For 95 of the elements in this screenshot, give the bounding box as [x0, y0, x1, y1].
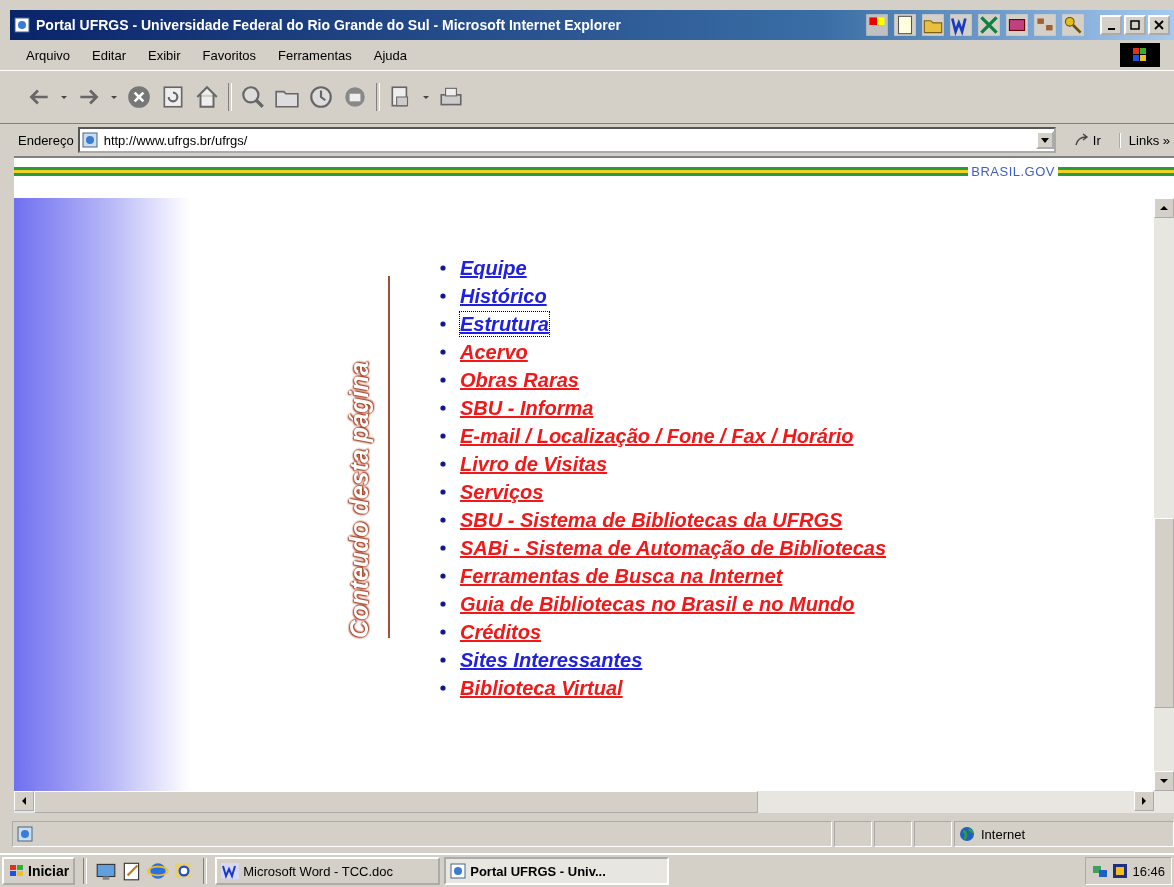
scroll-left-button[interactable]: [14, 791, 34, 811]
taskbar-button[interactable]: Portal UFRGS - Univ...: [444, 857, 670, 885]
clock: 16:46: [1132, 863, 1165, 879]
bullet-icon: [440, 405, 446, 411]
menu-item[interactable]: Editar: [92, 47, 127, 63]
bullet-icon: [440, 657, 446, 663]
menu-item[interactable]: Favoritos: [202, 47, 257, 63]
down-arrow-icon: [1160, 777, 1168, 785]
bullet-icon: [440, 293, 446, 299]
maximize-icon: [1130, 20, 1140, 30]
caret-icon[interactable]: [110, 93, 118, 101]
links-button[interactable]: Links »: [1118, 132, 1174, 148]
vertical-heading: Conteudo desta página: [344, 360, 374, 638]
bullet-icon: [440, 489, 446, 495]
bullet-icon: [440, 545, 446, 551]
scroll-down-button[interactable]: [1154, 771, 1174, 791]
scroll-thumb[interactable]: [1154, 518, 1174, 708]
close-icon: [1154, 20, 1164, 30]
app-icon[interactable]: [1112, 863, 1129, 879]
vertical-scrollbar[interactable]: [1154, 198, 1174, 791]
folder-icon[interactable]: [920, 12, 946, 38]
bullet-icon: [440, 629, 446, 635]
address-label: Endereço: [18, 132, 74, 148]
page-link[interactable]: Créditos: [459, 619, 543, 645]
up-arrow-icon: [1160, 204, 1168, 212]
close-button[interactable]: [1148, 15, 1170, 35]
page-link[interactable]: SABi - Sistema de Automação de Bibliotecas: [459, 535, 888, 561]
page-link[interactable]: Equipe: [459, 255, 528, 281]
window-title: Portal UFRGS - Universidade Federal do Rio Grande do Sul - Microsoft Internet Explorer: [36, 17, 621, 33]
page-link[interactable]: SBU - Sistema de Bibliotecas da UFRGS: [459, 507, 844, 533]
scroll-up-button[interactable]: [1154, 198, 1174, 218]
go-button[interactable]: Ir: [1059, 132, 1115, 148]
go-arrow-icon: [1073, 133, 1090, 147]
left-arrow-icon: [20, 797, 28, 805]
menu-item[interactable]: Arquivo: [26, 47, 71, 63]
page-link[interactable]: Livro de Visitas: [459, 451, 609, 477]
bullet-icon: [440, 461, 446, 467]
page-link[interactable]: Ferramentas de Busca na Internet: [459, 563, 784, 589]
maximize-button[interactable]: [1124, 15, 1146, 35]
horizontal-scrollbar[interactable]: [14, 791, 1174, 813]
word-icon[interactable]: [948, 12, 974, 38]
word-icon: [221, 863, 240, 879]
dropdown-button[interactable]: [1035, 131, 1054, 149]
bullet-icon: [440, 517, 446, 523]
start-button[interactable]: Iniciar: [2, 857, 76, 885]
page-link[interactable]: SBU - Informa: [459, 395, 595, 421]
status-panel: [834, 821, 872, 847]
page-icon: [81, 132, 98, 148]
menu-item[interactable]: Ferramentas: [278, 47, 352, 63]
bullet-icon: [440, 433, 446, 439]
right-arrow-icon: [1140, 797, 1148, 805]
bullet-icon: [440, 321, 446, 327]
bullet-icon: [440, 377, 446, 383]
scroll-thumb[interactable]: [34, 791, 758, 813]
page-link[interactable]: Obras Raras: [459, 367, 580, 393]
stop-icon[interactable]: [126, 84, 152, 110]
scroll-right-button[interactable]: [1134, 791, 1154, 811]
minimize-button[interactable]: [1100, 15, 1122, 35]
caret-icon[interactable]: [422, 93, 430, 101]
browser-icon: [450, 863, 467, 879]
taskbar-button[interactable]: Microsoft Word - TCC.doc: [215, 857, 441, 885]
caret-icon[interactable]: [60, 93, 68, 101]
page-link[interactable]: Serviços: [459, 479, 545, 505]
windows-logo-icon: [1120, 43, 1160, 67]
page-icon: [17, 826, 33, 842]
history-icon[interactable]: [308, 84, 334, 110]
app-icon[interactable]: [864, 12, 890, 38]
home-icon[interactable]: [194, 84, 220, 110]
browser-icon: [14, 17, 30, 33]
globe-icon: [959, 826, 975, 842]
menu-item[interactable]: Ajuda: [373, 47, 407, 63]
minimize-icon: [1107, 28, 1115, 30]
address-field[interactable]: http://www.ufrgs.br/ufrgs/: [77, 127, 1056, 153]
zone-label: Internet: [981, 826, 1026, 842]
slide-icon[interactable]: [1004, 12, 1030, 38]
bullet-icon: [440, 601, 446, 607]
bullet-icon: [440, 265, 446, 271]
network-icon[interactable]: [1092, 863, 1109, 879]
page-link[interactable]: E-mail / Localização / Fone / Fax / Horário: [459, 423, 855, 449]
page-link[interactable]: Guia de Bibliotecas no Brasil e no Mundo: [459, 591, 856, 617]
caret-icon: [1040, 136, 1049, 144]
banner-label: BRASIL.GOV: [970, 163, 1056, 179]
status-panel: [914, 821, 952, 847]
page-link[interactable]: Estrutura: [459, 311, 550, 337]
page-link[interactable]: Sites Interessantes: [459, 647, 644, 673]
windows-logo-icon: [8, 863, 26, 879]
menu-item[interactable]: Exibir: [148, 47, 181, 63]
bullet-icon: [440, 573, 446, 579]
page-link[interactable]: Biblioteca Virtual: [459, 675, 624, 701]
document-icon[interactable]: [892, 12, 918, 38]
status-panel: [874, 821, 912, 847]
bullet-icon: [440, 349, 446, 355]
bullet-icon: [440, 685, 446, 691]
page-link[interactable]: Acervo: [459, 339, 529, 365]
page-link[interactable]: Histórico: [459, 283, 548, 309]
